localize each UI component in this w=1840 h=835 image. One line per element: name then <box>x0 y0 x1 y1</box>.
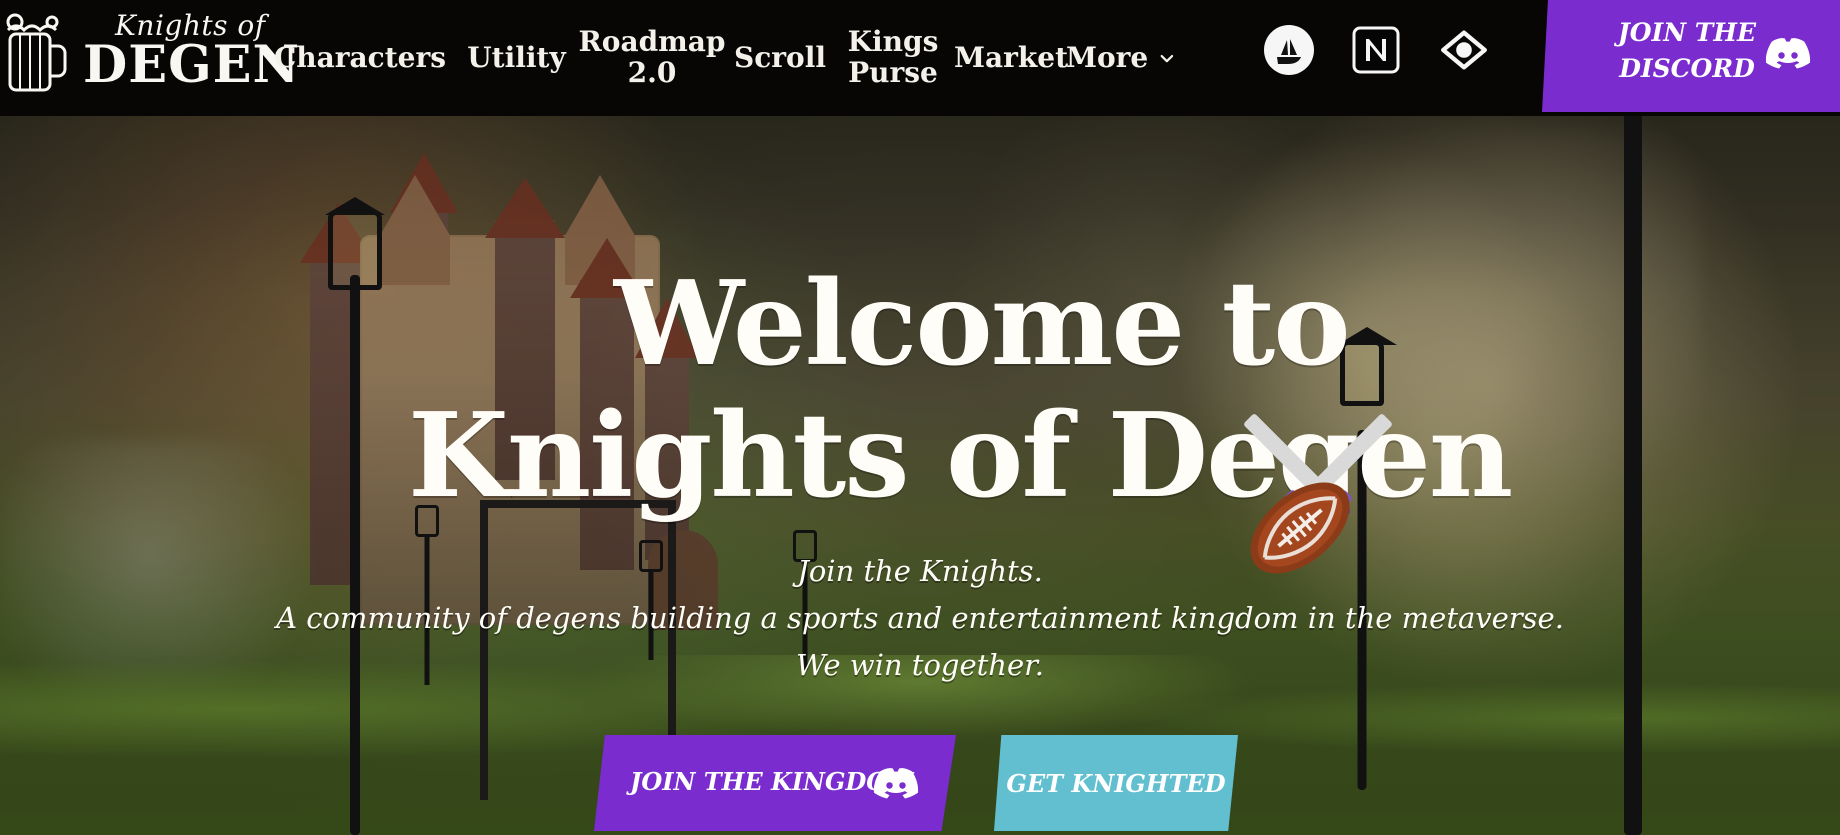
join-discord-button[interactable]: JOIN THE DISCORD <box>1542 0 1840 112</box>
hero-section: Welcome to Knights of Degen Join the Kni… <box>0 0 1840 835</box>
eye-icon <box>1441 30 1487 70</box>
nav-characters-label: Characters <box>274 40 446 74</box>
join-discord-label: JOIN THE DISCORD <box>1617 18 1757 84</box>
discord-icon <box>1765 38 1811 69</box>
hero-subtitle-line-1: Join the Knights. <box>797 554 1043 588</box>
nav-characters[interactable]: Characters <box>274 42 446 74</box>
notion-link[interactable] <box>1350 24 1402 76</box>
sword-football-icon <box>1244 414 1392 574</box>
get-knighted-button[interactable]: GET KNIGHTED <box>994 735 1238 831</box>
nav-menu: Characters Utility Roadmap 2.0 Scroll Ki… <box>274 0 1176 116</box>
nav-roadmap-label: Roadmap 2.0 <box>578 25 726 89</box>
nav-utility[interactable]: Utility <box>459 40 574 74</box>
eye-link[interactable] <box>1438 24 1490 76</box>
beer-mug-icon <box>6 13 67 92</box>
brand-logo[interactable]: Knights of DEGEN <box>0 0 299 110</box>
opensea-link[interactable] <box>1263 24 1315 76</box>
nav-market-label: Market <box>953 40 1069 74</box>
notion-icon <box>1352 26 1400 74</box>
nav-more-label: More <box>1066 40 1149 74</box>
nav-kings-purse[interactable]: Kings Purse <box>838 25 948 89</box>
nav-market[interactable]: Market <box>953 40 1069 74</box>
opensea-icon <box>1264 25 1314 75</box>
join-kingdom-button[interactable]: JOIN THE KINGDOM <box>594 735 956 831</box>
brand-bottom-text: DEGEN <box>83 35 301 95</box>
hero-title-line-1: Welcome to <box>614 256 1351 392</box>
nav-more[interactable]: More <box>1066 40 1176 74</box>
nav-roadmap[interactable]: Roadmap 2.0 <box>579 26 726 89</box>
page: Knights of DEGEN Characters Utility Road… <box>0 0 1840 835</box>
chevron-down-icon <box>1160 54 1174 63</box>
discord-icon <box>873 768 919 799</box>
nav-kings-purse-label: Kings Purse <box>847 25 939 89</box>
hero-subtitle-line-2: A community of degens building a sports … <box>276 601 1564 635</box>
nav-scroll[interactable]: Scroll <box>730 40 830 74</box>
get-knighted-label: GET KNIGHTED <box>1006 768 1226 798</box>
nav-scroll-label: Scroll <box>734 40 826 74</box>
hero-subtitle-line-3: We win together. <box>795 648 1045 682</box>
nav-utility-label: Utility <box>467 40 566 74</box>
